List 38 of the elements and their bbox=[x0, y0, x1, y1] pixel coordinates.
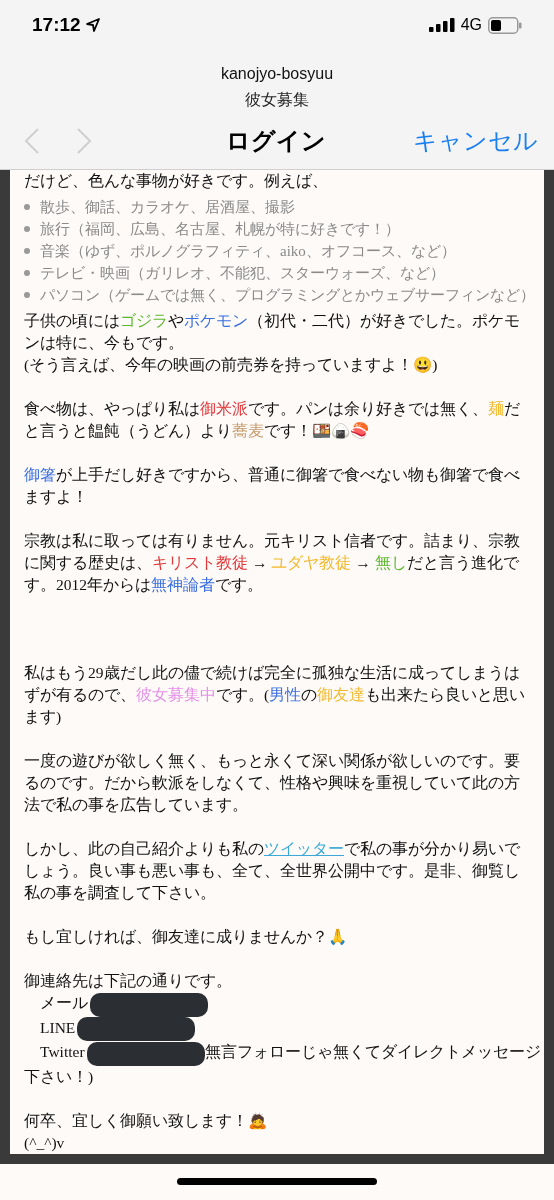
contact-label: Twitter bbox=[40, 1043, 85, 1061]
paragraph: しかし、此の自己紹介よりも私のツイッターで私の事が分かり易いでしょう。良い事も悪い事も、全て、全世界公開中です。是非、御覧し私の事を調査して下さい。 bbox=[24, 839, 521, 904]
location-arrow-icon bbox=[84, 17, 101, 34]
signal-icon bbox=[428, 18, 455, 33]
paragraph: 下さい！) bbox=[24, 1066, 95, 1087]
paragraph: (^_^)v bbox=[24, 1132, 66, 1153]
bullet-icon bbox=[24, 204, 30, 211]
paragraph: 御箸が上手だし好きですから、普通に御箸で食べない物も御箸で食べますよ！ bbox=[24, 465, 521, 508]
twitter-link[interactable]: ツイッター bbox=[264, 840, 344, 858]
page-subtitle: 彼女募集 bbox=[245, 90, 309, 111]
bullet-icon bbox=[24, 248, 30, 255]
paragraph: 何卒、宜しく御願い致します！🙇 bbox=[24, 1110, 268, 1132]
list-item: パソコン（ゲームでは無く、プログラミングとかウェブサーフィンなど） bbox=[40, 286, 535, 306]
list-item: テレビ・映画（ガリレオ、不能犯、スターウォーズ、など） bbox=[40, 264, 445, 284]
paragraph: 私はもう29歳だし此の儘で続けば完全に孤独な生活に成ってしまうはずが有るので、彼女募集中です。(男性の御友達 も出来たら良いと思います) bbox=[24, 663, 527, 728]
contact-note: 無言フォローじゃ無くてダイレクトメッセージ bbox=[204, 1043, 541, 1061]
paragraph: 子供の頃にはゴジラやポケモン（初代・二代）が好きでした。ポケモンは特に、今もです。 bbox=[24, 311, 521, 354]
contact-label: メール bbox=[40, 994, 88, 1012]
cancel-button[interactable]: キャンセル bbox=[408, 122, 538, 159]
network-label: 4G bbox=[460, 15, 482, 36]
paragraph: (そう言えば、今年の映画の前売券を持っていますよ！😃) bbox=[24, 355, 439, 376]
paragraph: もし宜しければ、御友達に成りませんか？🙏 bbox=[24, 927, 348, 948]
list-item: 音楽（ゆず、ポルノグラフィティ、aiko、オフコース、など） bbox=[40, 242, 456, 262]
paragraph: 一度の遊びが欲しく無く、もっと永くて深い関係が欲しいのです。要るのです。だから軟派をしなくて、性格や興味を重視していて此の方法で私の事を広告しています。 bbox=[24, 751, 521, 816]
paragraph: 御連絡先は下記の通りです。 bbox=[24, 971, 233, 992]
status-time: 17:12 bbox=[32, 12, 81, 37]
contact-label: LINE bbox=[40, 1018, 76, 1036]
bullet-icon bbox=[24, 270, 30, 277]
list-item: 散歩、御話、カラオケ、居酒屋、撮影 bbox=[40, 198, 295, 218]
list-item: 旅行（福岡、広島、名古屋、札幌が特に好きです！） bbox=[40, 220, 400, 240]
paragraph: 食べ物は、やっぱり私は御米派です。パンは余り好きでは無く、麺だと言うと饂飩（うどん）より 蕎麦です！🍱🍙🍣 bbox=[24, 399, 521, 442]
nav-title: ログイン bbox=[226, 125, 326, 156]
paragraph: 宗教は私に取っては有りません。元キリスト信者です。詰まり、宗教に関する歴史は、キリスト教徒 → ユダヤ教徒 → 無しだと言う進化です。2012年からは無神論者です。 bbox=[24, 531, 521, 596]
bullet-icon bbox=[24, 226, 30, 233]
bullet-icon bbox=[24, 292, 30, 299]
battery-icon bbox=[488, 16, 522, 34]
page-title: kanojyo-bosyuu bbox=[220, 64, 334, 85]
paragraph: だけど、色んな事物が好きです。例えば、 bbox=[24, 171, 329, 192]
